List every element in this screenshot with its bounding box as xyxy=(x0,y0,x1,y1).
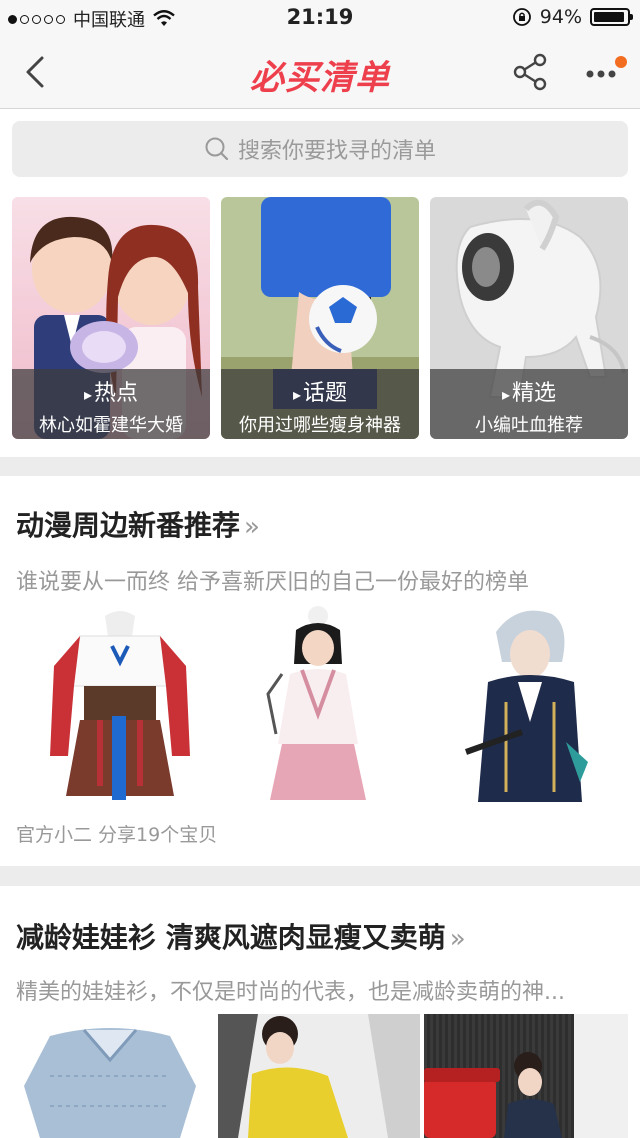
search-input[interactable]: 搜索你要找寻的清单 xyxy=(12,121,628,177)
card-tag: 精选 xyxy=(430,375,628,407)
card-overlay: 话题 你用过哪些瘦身神器 xyxy=(221,369,419,439)
card-tag: 热点 xyxy=(12,375,210,407)
cosplay-costume-image[interactable] xyxy=(40,606,200,806)
share-icon[interactable] xyxy=(510,52,552,92)
section-title[interactable]: 动漫周边新番推荐» xyxy=(16,504,260,544)
cosplay-girl-image[interactable] xyxy=(262,604,374,810)
more-icon[interactable] xyxy=(584,54,628,90)
status-bar: 中国联通 21:19 94% xyxy=(0,0,640,36)
card-subtitle: 你用过哪些瘦身神器 xyxy=(239,415,401,436)
section-title-text: 减龄娃娃衫 清爽风遮肉显瘦又卖萌 xyxy=(16,921,446,954)
list-section[interactable]: 动漫周边新番推荐» 谁说要从一而终 给予喜新厌旧的自己一份最好的榜单 官方小二 … xyxy=(0,476,640,866)
notification-dot xyxy=(615,56,627,68)
section-description: 精美的娃娃衫，不仅是时尚的代表，也是减龄卖萌的神... xyxy=(16,980,565,1005)
yellow-dress-photo[interactable] xyxy=(218,1014,420,1138)
battery-icon xyxy=(590,8,633,26)
card-tag: 话题 xyxy=(221,375,419,407)
chevron-right-icon: » xyxy=(449,924,466,954)
section-title[interactable]: 减龄娃娃衫 清爽风遮肉显瘦又卖萌» xyxy=(16,916,466,956)
section-footer: 官方小二 分享19个宝贝 xyxy=(16,824,218,846)
search-placeholder: 搜索你要找寻的清单 xyxy=(237,139,436,164)
battery-percent: 94% xyxy=(539,6,582,28)
search-area: 搜索你要找寻的清单 xyxy=(0,109,640,189)
card-topic[interactable]: 话题 你用过哪些瘦身神器 xyxy=(221,197,419,439)
card-overlay: 精选 小编吐血推荐 xyxy=(430,369,628,439)
chevron-right-icon: » xyxy=(244,512,260,542)
card-overlay: 热点 林心如霍建华大婚 xyxy=(12,369,210,439)
nav-bar: 必买清单 xyxy=(0,36,640,109)
orientation-lock-icon xyxy=(512,8,531,26)
list-section[interactable]: 减龄娃娃衫 清爽风遮肉显瘦又卖萌» 精美的娃娃衫，不仅是时尚的代表，也是减龄卖萌… xyxy=(0,886,640,1138)
section-description: 谁说要从一而终 给予喜新厌旧的自己一份最好的榜单 xyxy=(16,570,529,595)
card-subtitle: 林心如霍建华大婚 xyxy=(39,415,183,436)
cosplay-boy-image[interactable] xyxy=(462,602,594,810)
red-postbox-photo[interactable] xyxy=(424,1014,628,1138)
section-title-text: 动漫周边新番推荐 xyxy=(16,509,241,542)
card-hot[interactable]: 热点 林心如霍建华大婚 xyxy=(12,197,210,439)
search-icon xyxy=(205,137,229,161)
feature-cards: 热点 林心如霍建华大婚 话题 你用过哪些瘦身神器 xyxy=(0,189,640,457)
card-subtitle: 小编吐血推荐 xyxy=(475,415,583,436)
baby-doll-blouse-image[interactable] xyxy=(10,1016,210,1138)
card-pick[interactable]: 精选 小编吐血推荐 xyxy=(430,197,628,439)
